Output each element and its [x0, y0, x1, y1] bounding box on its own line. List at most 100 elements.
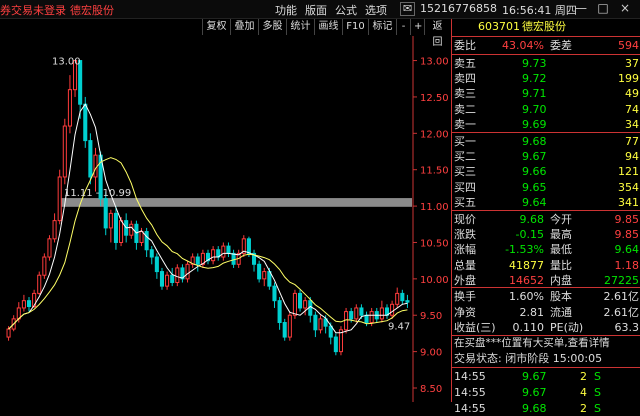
- bid-volume: 94: [625, 150, 639, 164]
- candle-body: [83, 103, 88, 142]
- menu-layout[interactable]: 版面: [305, 2, 327, 18]
- zoom-in-button[interactable]: +: [410, 19, 424, 35]
- stat-label: 外盘: [454, 273, 476, 287]
- ask-row[interactable]: 卖五 9.73 37: [452, 56, 640, 71]
- statistics-button[interactable]: 统计: [286, 19, 314, 35]
- weicha-value: 594: [618, 39, 639, 52]
- tick-row[interactable]: 14:55 9.67 2 S: [452, 369, 640, 384]
- divider: [452, 54, 640, 55]
- quote-panel: 603701 德宏股份 委比 43.04% 委差 594 在买盘***位置有大买…: [451, 19, 640, 415]
- tick-row[interactable]: 14:55 9.67 4 S: [452, 385, 640, 400]
- stat-label: 内盘: [550, 273, 572, 287]
- multi-stock-button[interactable]: 多股: [258, 19, 286, 35]
- stat-value: 9.85: [614, 228, 640, 242]
- bid-volume: 341: [618, 195, 639, 209]
- ask-volume: 74: [625, 102, 639, 116]
- candle-body: [47, 238, 52, 258]
- close-icon[interactable]: ×: [616, 1, 634, 17]
- bid-label: 买四: [454, 180, 476, 194]
- last-price-label: 9.47: [388, 321, 410, 332]
- ask-row[interactable]: 卖二 9.70 74: [452, 102, 640, 117]
- stat-row[interactable]: 涨跌 -0.15 最高 9.85: [452, 227, 640, 242]
- candle-body: [93, 154, 98, 178]
- candle-body: [42, 256, 47, 276]
- y-tick-label: 12.00: [420, 129, 449, 140]
- stat-row[interactable]: 净资 2.81 流通 2.61亿: [452, 305, 640, 320]
- mark-button[interactable]: 标记: [368, 19, 396, 35]
- bid-row[interactable]: 买三 9.66 121: [452, 164, 640, 179]
- stat-row[interactable]: 现价 9.68 今开 9.85: [452, 212, 640, 227]
- kline-chart[interactable]: 13.00 12.50 12.00 11.50 11.00 10.50 10.00 9.50 9…: [0, 36, 450, 402]
- phone-number: 15216776858: [420, 2, 497, 15]
- tick-row[interactable]: 14:55 9.68 2 S: [452, 401, 640, 416]
- ask-label: 卖二: [454, 102, 476, 116]
- stat-value: 41877: [509, 258, 544, 272]
- candle-body: [277, 300, 282, 324]
- stat-row[interactable]: 收益(三) 0.110 PE(动) 63.3: [452, 320, 640, 335]
- stat-row[interactable]: 外盘 14652 内盘 27225: [452, 273, 640, 288]
- stat-value: 9.64: [614, 243, 640, 257]
- tick-time: 14:55: [454, 386, 486, 399]
- candle-body: [139, 231, 144, 243]
- candle-body: [21, 300, 26, 309]
- candle-body: [400, 292, 405, 302]
- stat-value: 0.110: [512, 321, 545, 334]
- candle-body: [103, 198, 108, 229]
- bid-row[interactable]: 买二 9.67 94: [452, 149, 640, 164]
- ask-price: 9.70: [522, 102, 547, 116]
- minimize-icon[interactable]: —: [572, 1, 590, 17]
- y-tick-label: 12.50: [420, 93, 449, 104]
- back-button[interactable]: 返回: [424, 19, 450, 48]
- candle-body: [298, 292, 303, 309]
- title-bar: 券交易未登录 德宏股份 功能 版面 公式 选项 ✉ 15216776858 16…: [0, 0, 640, 19]
- trade-status: 交易状态: 闭市阶段 15:00:05: [454, 352, 603, 365]
- y-tick-label: 9.50: [420, 311, 442, 322]
- stat-value: 9.85: [614, 213, 640, 226]
- bid-row[interactable]: 买四 9.65 354: [452, 180, 640, 195]
- y-tick-label: 11.50: [420, 166, 449, 177]
- candle-body: [26, 300, 32, 308]
- draw-line-button[interactable]: 画线: [314, 19, 342, 35]
- candle-body: [379, 307, 384, 320]
- overlay-button[interactable]: 叠加: [230, 19, 258, 35]
- candle-body: [359, 307, 364, 316]
- stat-label: 净资: [454, 305, 476, 319]
- zoom-out-button[interactable]: -: [396, 19, 410, 35]
- tick-volume: 2: [580, 370, 587, 383]
- restore-rights-button[interactable]: 复权: [202, 19, 230, 35]
- bid-row[interactable]: 买五 9.64 341: [452, 195, 640, 210]
- clock: 16:56:41 周四: [502, 4, 577, 17]
- weibi-label: 委比: [454, 39, 476, 52]
- candle-body: [119, 220, 124, 243]
- candle-body: [113, 212, 118, 243]
- f10-button[interactable]: F10: [342, 19, 368, 35]
- candle-body: [67, 89, 72, 127]
- menu-formula[interactable]: 公式: [335, 2, 357, 18]
- candle-body: [154, 256, 159, 273]
- stat-row[interactable]: 涨幅 -1.53% 最低 9.64: [452, 242, 640, 257]
- stat-label: 最高: [550, 228, 572, 242]
- ask-row[interactable]: 卖三 9.71 49: [452, 86, 640, 101]
- maximize-icon[interactable]: □: [594, 1, 612, 17]
- stat-value: 2.61亿: [603, 290, 640, 303]
- candle-body: [144, 231, 149, 251]
- candle-body: [211, 249, 216, 262]
- stat-row[interactable]: 总量 41877 量比 1.18: [452, 258, 640, 273]
- ask-row[interactable]: 卖一 9.69 34: [452, 117, 640, 132]
- tick-volume: 2: [580, 402, 587, 415]
- ask-row[interactable]: 卖四 9.72 199: [452, 71, 640, 86]
- bid-price: 9.64: [522, 195, 547, 209]
- stat-value: 14652: [509, 273, 544, 287]
- big-order-notice[interactable]: 在买盘***位置有大买单,查看详情: [454, 336, 610, 351]
- bid-price: 9.68: [522, 135, 547, 148]
- messages-icon[interactable]: ✉: [400, 2, 416, 16]
- candle-body: [246, 238, 251, 254]
- y-tick-label: 10.50: [420, 238, 449, 249]
- bid-row[interactable]: 买一 9.68 77: [452, 134, 640, 149]
- tick-price: 9.67: [522, 370, 547, 383]
- menu-function[interactable]: 功能: [275, 2, 297, 18]
- tick-volume: 4: [580, 386, 587, 399]
- kline-svg[interactable]: 13.00 12.50 12.00 11.50 11.00 10.50 10.00 9.50 9…: [0, 36, 450, 402]
- menu-options[interactable]: 选项: [365, 2, 387, 18]
- stat-row[interactable]: 换手 1.60% 股本 2.61亿: [452, 289, 640, 304]
